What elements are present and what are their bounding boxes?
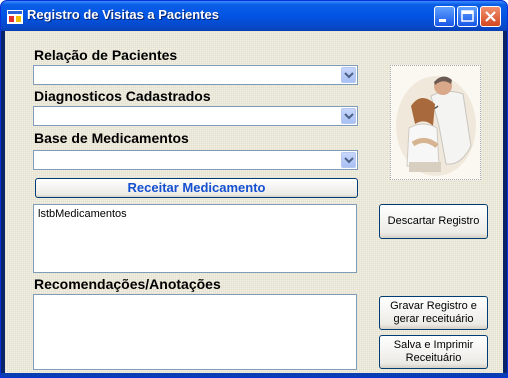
pacientes-combobox[interactable] [33, 65, 358, 85]
chevron-down-icon [344, 157, 354, 164]
medicamentos-dropdown-button[interactable] [341, 152, 356, 168]
maximize-icon [461, 10, 474, 22]
client-area: Relação de Pacientes Diagnosticos Cadast… [5, 31, 503, 373]
descartar-registro-button[interactable]: Descartar Registro [379, 204, 488, 239]
diagnosticos-dropdown-button[interactable] [341, 108, 356, 124]
diagnosticos-combobox[interactable] [33, 106, 358, 126]
title-bar[interactable]: Registro de Visitas a Pacientes [1, 1, 507, 31]
listbox-placeholder-text: lstbMedicamentos [38, 208, 127, 220]
close-button[interactable] [480, 6, 501, 27]
medicamentos-combobox[interactable] [33, 150, 358, 170]
doctor-patient-photo [390, 65, 481, 180]
app-window: Registro de Visitas a Pacientes Relação … [0, 0, 508, 378]
chevron-down-icon [344, 72, 354, 79]
label-diagnosticos: Diagnosticos Cadastrados [34, 88, 211, 104]
receitar-medicamento-button[interactable]: Receitar Medicamento [35, 178, 358, 198]
maximize-button[interactable] [457, 6, 478, 27]
minimize-button[interactable] [434, 6, 455, 27]
recomendacoes-textarea[interactable] [33, 294, 357, 370]
medicamentos-listbox[interactable]: lstbMedicamentos [33, 204, 357, 273]
gravar-registro-button[interactable]: Gravar Registro e gerar receituário [379, 296, 488, 330]
window-title: Registro de Visitas a Pacientes [27, 7, 219, 22]
salvar-imprimir-button[interactable]: Salva e Imprimir Receituário [379, 335, 488, 369]
app-icon [7, 9, 23, 24]
window-bottom-border [1, 373, 507, 377]
pacientes-dropdown-button[interactable] [341, 67, 356, 83]
label-medicamentos: Base de Medicamentos [34, 130, 189, 146]
close-icon [485, 11, 496, 22]
chevron-down-icon [344, 113, 354, 120]
label-pacientes: Relação de Pacientes [34, 47, 178, 63]
label-recomendacoes: Recomendações/Anotações [34, 276, 221, 292]
minimize-icon [439, 19, 446, 22]
